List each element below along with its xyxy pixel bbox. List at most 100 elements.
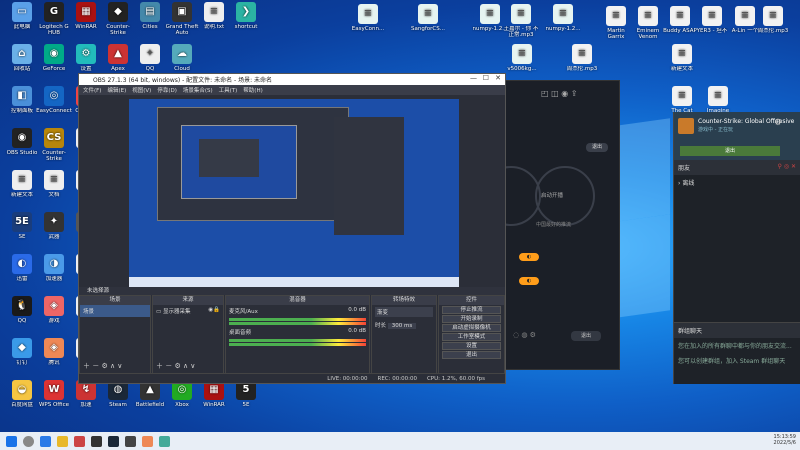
orange-toggle-1[interactable]: ◐ [519, 253, 539, 261]
start-icon[interactable] [6, 435, 17, 447]
mixer-dock[interactable]: 混音器 麦克风/Aux 0.0 dB 桌面音频 0.0 dB [225, 295, 370, 374]
explorer-icon[interactable] [57, 435, 68, 447]
desktop-icon[interactable]: ◉ GeForce [36, 44, 72, 78]
desktop-icon[interactable]: ◈ 游戏 [36, 296, 72, 330]
app-toolbar-icons[interactable]: ◰ ◫ ◉ ⇪ [541, 89, 577, 98]
desktop-file-icon[interactable]: ≡ SangforCS... [410, 4, 446, 38]
desktop-file-icon[interactable]: ≡ 新建文本 [664, 44, 700, 78]
menu-item[interactable]: 视图(V) [132, 86, 151, 94]
stop-streaming-button[interactable]: 停止推流 [442, 306, 501, 314]
desktop-icon[interactable]: ◧ 控制面板 [4, 86, 40, 120]
app-icon-2[interactable] [125, 435, 136, 447]
desktop-icon[interactable]: ◎ EasyConnect [36, 86, 72, 120]
desktop-icon[interactable]: ↯ 加速 [68, 380, 104, 414]
desktop-icon[interactable]: ≡ 新建文本 [4, 170, 40, 204]
group-chat-header[interactable]: 群组聊天 [674, 323, 800, 338]
app-bottom-button[interactable]: 退出 [571, 331, 601, 341]
desktop-icon[interactable]: ⌂ 回收站 [4, 44, 40, 78]
sources-dock[interactable]: 来源 ▭ 显示器采集 ◉🔒 ＋ － ⚙ ∧ ∨ [152, 295, 224, 374]
search-icon[interactable]: ⚲ ◎ ✕ [778, 163, 796, 170]
desktop-file-icon[interactable]: ≡ Eminem Venom [630, 6, 666, 40]
app-bottom-icons[interactable]: ◌ ◍ ⚙ [513, 331, 536, 339]
desktop-file-icon[interactable]: ≡ 王嘉尔 - 你 不正常.mp3 [503, 4, 539, 38]
controls-dock[interactable]: 控件 停止推流 开始录制 启动虚拟摄像机 工作室模式 设置 退出 [438, 295, 505, 374]
start-recording-button[interactable]: 开始录制 [442, 315, 501, 323]
desktop-icon[interactable]: ▦ WinRAR [196, 380, 232, 414]
desktop-icon[interactable]: 🐧 QQ [4, 296, 40, 330]
desktop-icon[interactable]: 5E SE [4, 212, 40, 246]
steam-game-button[interactable]: 退出 [680, 146, 780, 156]
app-exit-button[interactable]: 退出 [586, 143, 608, 152]
desktop-icon[interactable]: ❯ shortcut [228, 2, 264, 36]
desktop-icon[interactable]: ◍ Steam [100, 380, 136, 414]
desktop-file-icon[interactable]: ≡ Buddy ASAP [662, 6, 698, 40]
transitions-dock[interactable]: 转场特效 渐变 时长 300 ms [371, 295, 437, 374]
exit-button[interactable]: 退出 [442, 351, 501, 359]
system-clock[interactable]: 15:13:59 2022/5/6 [774, 434, 796, 446]
menu-item[interactable]: 文件(F) [83, 86, 101, 94]
minimize-icon[interactable]: — [470, 74, 477, 82]
desktop-file-icon[interactable]: ≡ Martin Garrix [598, 6, 634, 40]
desktop-icon[interactable]: G Logitech G HUB [36, 2, 72, 36]
search-icon[interactable] [23, 435, 34, 447]
desktop-icon[interactable]: ◎ Xbox [164, 380, 200, 414]
desktop-icon[interactable]: ◆ 钉钉 [4, 338, 40, 372]
desktop-icon[interactable]: ≡ 文档 [36, 170, 72, 204]
desktop-file-icon[interactable]: ≡ EasyConn... [350, 4, 386, 38]
obs-titlebar[interactable]: OBS 27.1.3 (64 bit, windows) - 配置文件: 未命名… [79, 74, 505, 85]
desktop-icon[interactable]: ▲ Battlefield [132, 380, 168, 414]
studio-mode-button[interactable]: 工作室模式 [442, 333, 501, 341]
menu-item[interactable]: 停靠(D) [157, 86, 177, 94]
desktop-icon[interactable]: ◆ Counter-Strike [100, 2, 136, 36]
volume-meter-2[interactable] [229, 339, 366, 342]
desktop-icon[interactable]: ◒ 百度网盘 [4, 380, 40, 414]
offline-group[interactable]: › 离线 [674, 175, 800, 190]
desktop-icon[interactable]: ▭ 此电脑 [4, 2, 40, 36]
settings-button[interactable]: 设置 [442, 342, 501, 350]
desktop-icon[interactable]: ◉ OBS Studio [4, 128, 40, 162]
transition-select[interactable]: 渐变 [375, 307, 433, 317]
app-icon-3[interactable] [142, 435, 153, 447]
steam-taskbar-icon[interactable] [108, 435, 119, 447]
source-item[interactable]: ▭ 显示器采集 ◉🔒 [153, 305, 223, 317]
desktop-icon[interactable]: CS Counter-Strike [36, 128, 72, 162]
desktop-icon[interactable]: ▦ WinRAR [68, 2, 104, 36]
desktop-file-icon[interactable]: ≡ v5006kg... [504, 44, 540, 78]
desktop-icon[interactable]: ◑ 加速器 [36, 254, 72, 288]
desktop-icon[interactable]: ◐ 迅雷 [4, 254, 40, 288]
gear-icon[interactable]: ⚙ [774, 118, 782, 128]
close-icon[interactable]: ✕ [495, 74, 501, 82]
scenes-dock[interactable]: 场景 场景 ＋ － ⚙ ∧ ∨ [79, 295, 151, 374]
desktop-file-icon[interactable]: ≡ numpy-1.2... [545, 4, 581, 38]
desktop-icon[interactable]: ▤ Cities [132, 2, 168, 36]
scene-controls[interactable]: ＋ － ⚙ ∧ ∨ [83, 361, 122, 371]
obs-taskbar-icon[interactable] [91, 435, 102, 447]
desktop-icon[interactable]: ✦ 武器 [36, 212, 72, 246]
streaming-app-window[interactable]: ◰ ◫ ◉ ⇪ 退出 启动开播 中国最好的推流 ◐ ◐ 退出 ◌ ◍ ⚙ [481, 80, 620, 370]
volume-meter-1b[interactable] [229, 322, 366, 325]
volume-meter-2b[interactable] [229, 343, 366, 346]
desktop-icon[interactable]: W WPS Office [36, 380, 72, 414]
source-controls[interactable]: ＋ － ⚙ ∧ ∨ [156, 361, 195, 371]
orange-toggle-2[interactable]: ◐ [519, 277, 539, 285]
desktop-icon[interactable]: 5 5E [228, 380, 264, 414]
menu-item[interactable]: 帮助(H) [243, 86, 262, 94]
steam-friends-panel[interactable]: Counter-Strike: Global Offensive 游戏中 - 正… [673, 112, 800, 384]
scene-item[interactable]: 场景 [80, 305, 150, 317]
volume-meter-1[interactable] [229, 318, 366, 321]
app-icon-4[interactable] [159, 435, 170, 447]
edge-icon[interactable] [40, 435, 51, 447]
menu-item[interactable]: 场景集合(S) [183, 86, 213, 94]
menu-item[interactable]: 编辑(E) [107, 86, 126, 94]
virtual-camera-button[interactable]: 启动虚拟摄像机 [442, 324, 501, 332]
desktop-icon[interactable]: ◈ 腾讯 [36, 338, 72, 372]
desktop-file-icon[interactable]: ≡ 周杰伦.mp3 [564, 44, 600, 78]
desktop-icon[interactable]: ≡ 说明.txt [196, 2, 232, 36]
menu-item[interactable]: 工具(T) [219, 86, 238, 94]
maximize-icon[interactable]: ☐ [483, 74, 489, 82]
app-icon-1[interactable] [74, 435, 85, 447]
desktop-icon[interactable]: ▣ Grand Theft Auto [164, 2, 200, 36]
obs-preview-canvas[interactable] [129, 99, 459, 287]
eye-icon[interactable]: ◉🔒 [208, 307, 220, 313]
duration-input[interactable]: 300 ms [387, 323, 417, 329]
